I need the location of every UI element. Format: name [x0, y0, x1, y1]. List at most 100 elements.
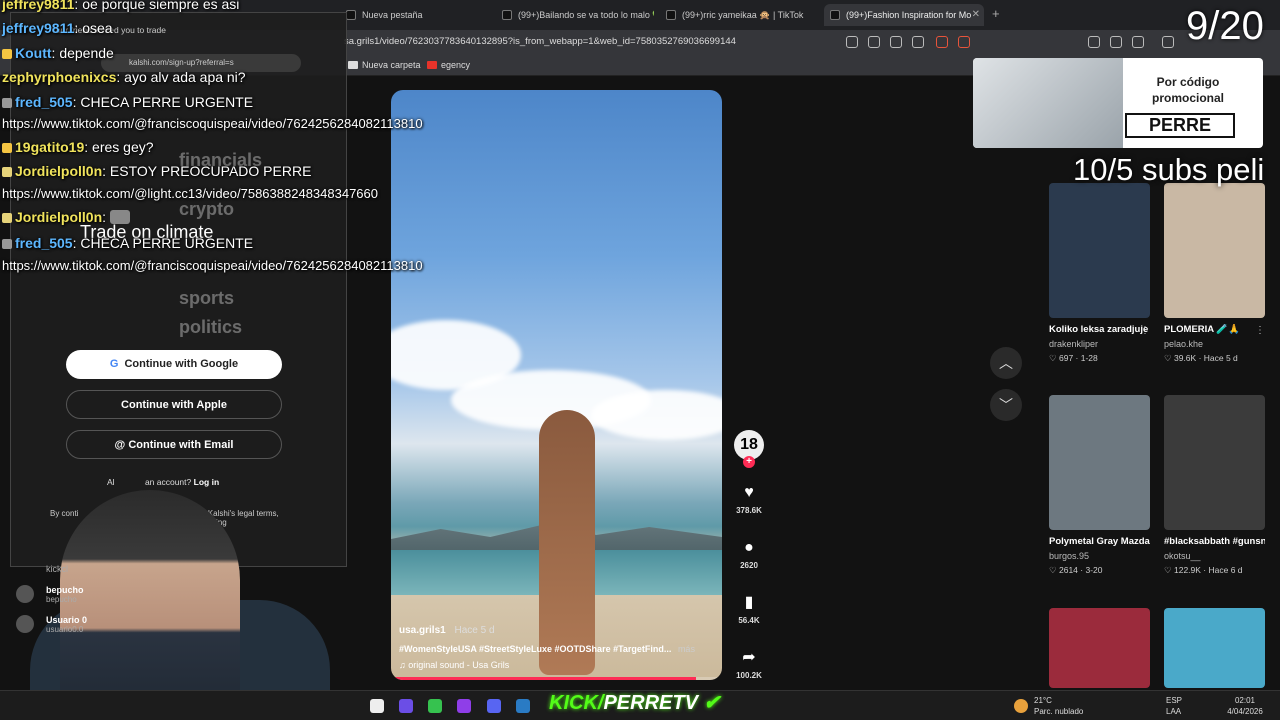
chat-user: 19gatito19 [15, 139, 85, 155]
author-name[interactable]: usa.grils1 [399, 625, 446, 636]
clock-date[interactable]: 4/04/2026 [1220, 707, 1270, 717]
card-title[interactable]: Polymetal Gray Mazda CX5... [1049, 536, 1150, 547]
app-icon[interactable] [370, 699, 384, 713]
card-title[interactable]: Koliko leksa zaradjuje | @leks... [1049, 324, 1150, 335]
extension-icon[interactable] [846, 36, 858, 48]
more-link[interactable]: más [678, 644, 695, 654]
card-channel[interactable]: drakenkliper [1049, 339, 1150, 349]
share-button[interactable]: ➦ 100.2K [730, 649, 768, 680]
chat-text: CHECA PERRE URGENTE [80, 235, 254, 251]
card-title[interactable]: #blacksabbath #gunsnroses... [1164, 536, 1265, 547]
cast-icon[interactable] [890, 36, 902, 48]
promo-image [973, 58, 1123, 148]
hashtags-text[interactable]: #WomenStyleUSA #StreetStyleLuxe #OOTDSha… [399, 644, 671, 654]
app-icon[interactable] [457, 699, 471, 713]
app-icon[interactable] [399, 699, 413, 713]
comment-count: 2620 [740, 561, 758, 570]
previous-video-button[interactable]: ︿ [990, 347, 1022, 379]
user-badge-icon [2, 239, 12, 249]
tab-close-icon[interactable]: ✕ [972, 4, 980, 26]
more-options-icon[interactable]: ⋮ [1140, 325, 1150, 336]
video-thumbnail[interactable] [1049, 183, 1150, 318]
tab-tiktok-1[interactable]: (99+)Bailando se va todo lo malo 💚 [496, 4, 654, 26]
menu-politics[interactable]: politics [179, 317, 242, 338]
user-badge-icon [2, 98, 12, 108]
video-card[interactable]: #blacksabbath #gunsnroses... okotsu__ ♡ … [1164, 395, 1265, 576]
new-tab-icon[interactable]: + [992, 6, 1000, 21]
tab-tiktok-2[interactable]: (99+)rric yameikaa 🙊 | TikTok [660, 4, 818, 26]
comment-button[interactable]: ● 2620 [730, 539, 768, 570]
user-badge-icon [2, 213, 12, 223]
url-field[interactable]: sa.grils1/video/7623037783640132895?is_f… [344, 36, 736, 47]
video-card[interactable] [1164, 608, 1265, 688]
card-title[interactable]: PLOMERIA 🧪🙏 [1164, 324, 1265, 335]
continue-google-button[interactable]: G Continue with Google [66, 350, 282, 379]
next-video-button[interactable]: ﹀ [990, 389, 1022, 421]
chat-text: ESTOY PREOCUPADO PERRE [109, 163, 312, 179]
video-progress-bar[interactable] [391, 677, 722, 680]
chat-link[interactable]: https://www.tiktok.com/@light.cc13/video… [2, 186, 378, 201]
avatar [16, 585, 34, 603]
chat-text: osea [82, 20, 113, 36]
video-thumbnail[interactable] [1049, 608, 1150, 688]
chat-link[interactable]: https://www.tiktok.com/@franciscoquispea… [2, 258, 423, 273]
creator-avatar[interactable]: 18 + [734, 430, 764, 468]
video-player[interactable]: usa.grils1 Hace 5 d #WomenStyleUSA #Stre… [391, 90, 722, 680]
chat-link[interactable]: https://www.tiktok.com/@franciscoquispea… [2, 116, 423, 131]
menu-crypto[interactable]: crypto [179, 199, 234, 220]
save-button[interactable]: ▮ 56.4K [730, 594, 768, 625]
steam-icon[interactable] [516, 699, 530, 713]
clock-time[interactable]: 02:01 [1220, 696, 1270, 706]
share-icon[interactable] [912, 36, 924, 48]
crown-badge-icon [2, 49, 12, 59]
menu-sports[interactable]: sports [179, 288, 234, 309]
translate-icon[interactable] [868, 36, 880, 48]
follow-plus-icon[interactable]: + [743, 456, 755, 468]
bookmark-folder[interactable]: Nueva carpeta [348, 60, 421, 70]
continue-email-button[interactable]: @ Continue with Email [66, 430, 282, 459]
video-sound[interactable]: ♫ original sound - Usa Grils [399, 660, 714, 670]
video-thumbnail[interactable] [1164, 183, 1265, 318]
chat-message: fred_505: CHECA PERRE URGENTE [2, 94, 253, 110]
shield-icon[interactable] [936, 36, 948, 48]
subs-overlay: 10/5 subs peli [1073, 152, 1265, 187]
card-channel[interactable]: burgos.95 [1049, 551, 1150, 561]
kick-branding: KICK/PERRETV ✔ [549, 690, 720, 715]
video-card[interactable]: Polymetal Gray Mazda CX5... burgos.95 ♡ … [1049, 395, 1150, 576]
tiktok-icon [830, 10, 840, 20]
bookmark-icon: ▮ [744, 594, 754, 611]
weather-icon[interactable] [1014, 699, 1028, 713]
chat-user: Jordielpoll0n [15, 163, 103, 179]
media-icon[interactable] [1110, 36, 1122, 48]
card-stats: ♡ 39.6K · Hace 5 d [1164, 353, 1238, 363]
card-channel[interactable]: okotsu__ [1164, 551, 1265, 561]
card-date: 1-28 [1080, 353, 1098, 363]
chat-user: fred_505 [15, 235, 73, 251]
sidebar-icon[interactable] [1132, 36, 1144, 48]
like-button[interactable]: ♥ 378.6K [730, 484, 768, 515]
video-author[interactable]: usa.grils1 Hace 5 d [399, 625, 714, 636]
video-card[interactable]: Koliko leksa zaradjuje | @leks... draken… [1049, 183, 1150, 364]
alert-icon[interactable] [958, 36, 970, 48]
video-card[interactable] [1049, 608, 1150, 688]
tab-tiktok-active[interactable]: (99+)Fashion Inspiration for Mo ✕ [824, 4, 984, 26]
discord-icon[interactable] [487, 699, 501, 713]
video-card[interactable]: PLOMERIA 🧪🙏 pelao.khe ♡ 39.6K · Hace 5 d… [1164, 183, 1265, 364]
user-name: bepucho [46, 585, 84, 595]
video-thumbnail[interactable] [1164, 395, 1265, 530]
card-channel[interactable]: pelao.khe [1164, 339, 1265, 349]
tab-new[interactable]: Nueva pestaña [340, 4, 490, 26]
video-thumbnail[interactable] [1164, 608, 1265, 688]
music-icon[interactable] [1162, 36, 1174, 48]
share-count: 100.2K [736, 671, 762, 680]
more-options-icon[interactable]: ⋮ [1255, 325, 1265, 336]
save-count: 56.4K [738, 616, 760, 625]
puzzle-icon[interactable] [1088, 36, 1100, 48]
video-thumbnail[interactable] [1049, 395, 1150, 530]
card-date: 3-20 [1085, 565, 1103, 575]
language-indicator[interactable]: ESP [1166, 696, 1182, 706]
bookmark-egency[interactable]: egency [427, 60, 470, 70]
continue-apple-button[interactable]: Continue with Apple [66, 390, 282, 419]
app-icon[interactable] [428, 699, 442, 713]
post-time: Hace 5 d [454, 625, 495, 636]
